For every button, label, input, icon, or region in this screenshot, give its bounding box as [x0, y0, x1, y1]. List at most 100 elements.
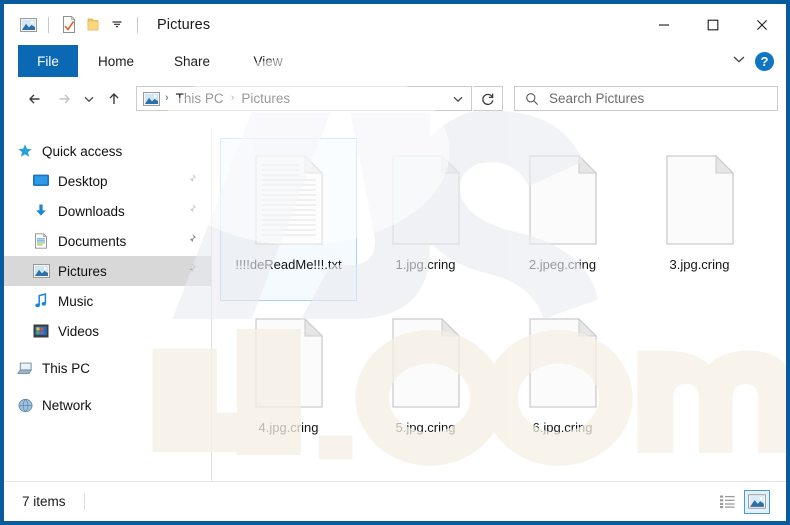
sidebar-label: Pictures: [58, 263, 107, 279]
file-grid: !!!!deReadMe!!!.txt 1.jpg.cring 2.jpeg.c…: [218, 134, 786, 464]
file-item[interactable]: 1.jpg.cring: [357, 138, 494, 301]
window-title: Pictures: [157, 16, 211, 33]
file-explorer-window: Pictures File Home Share View ? › This P…: [0, 0, 790, 525]
navigation-pane: Quick access Desktop Downloads Documents…: [4, 128, 211, 481]
sidebar-label: Documents: [58, 233, 127, 249]
quick-access-toolbar: Pictures: [4, 4, 210, 45]
breadcrumb-separator-2: ›: [230, 92, 235, 104]
sidebar-item-quick-access[interactable]: Quick access: [4, 136, 211, 166]
refresh-button[interactable]: [473, 86, 503, 111]
file-name: 6.jpg.cring: [532, 420, 593, 435]
status-divider: [83, 493, 85, 510]
qat-divider-2: [137, 16, 138, 33]
file-item[interactable]: 2.jpeg.cring: [494, 138, 631, 301]
blank-document-icon: [519, 311, 607, 415]
blank-document-icon: [519, 148, 607, 252]
large-icons-view-button[interactable]: [744, 489, 770, 514]
sidebar-label: Desktop: [58, 173, 108, 189]
ribbon-tab-strip: File Home Share View ?: [4, 45, 786, 77]
tab-view[interactable]: View: [230, 45, 306, 77]
star-icon: [16, 142, 34, 160]
sidebar-label: Downloads: [58, 203, 125, 219]
network-icon: [16, 396, 34, 414]
tab-share[interactable]: Share: [154, 45, 230, 77]
sidebar-item-music[interactable]: Music: [4, 286, 211, 316]
breadcrumb-this-pc[interactable]: This PC: [174, 91, 226, 106]
breadcrumb-dropdown-icon[interactable]: [451, 87, 465, 110]
sidebar-item-videos[interactable]: Videos: [4, 316, 211, 346]
this-pc-icon: [16, 359, 34, 377]
forward-button[interactable]: [50, 85, 78, 113]
sidebar-label: Network: [42, 397, 92, 413]
sidebar-gap-2: [4, 383, 211, 390]
music-icon: [32, 292, 50, 310]
minimize-button[interactable]: [639, 4, 688, 45]
search-icon: [525, 92, 539, 106]
view-toggle-group: [714, 489, 770, 514]
tab-file[interactable]: File: [18, 45, 78, 77]
pin-icon[interactable]: [185, 232, 197, 250]
sidebar-label: Videos: [58, 323, 100, 339]
sidebar-item-desktop[interactable]: Desktop: [4, 166, 211, 196]
address-bar-row: › This PC › Pictures Search Pictures: [4, 77, 786, 120]
breadcrumb[interactable]: › This PC › Pictures: [136, 86, 472, 111]
blank-document-icon: [245, 311, 333, 415]
blank-document-icon: [382, 311, 470, 415]
pin-icon[interactable]: [185, 202, 197, 220]
documents-icon: [32, 232, 50, 250]
pin-icon[interactable]: [185, 262, 197, 280]
pictures-icon: [32, 262, 50, 280]
file-item[interactable]: 6.jpg.cring: [494, 301, 631, 464]
ribbon-right-controls: ?: [731, 45, 778, 77]
search-input[interactable]: Search Pictures: [514, 86, 778, 111]
file-name: 5.jpg.cring: [395, 420, 456, 435]
file-item[interactable]: 3.jpg.cring: [631, 138, 768, 301]
qat-divider-1: [48, 16, 49, 33]
sidebar-gap-1: [4, 346, 211, 353]
new-folder-icon[interactable]: [83, 15, 103, 35]
properties-icon[interactable]: [59, 15, 79, 35]
file-name: 1.jpg.cring: [395, 257, 456, 272]
customize-qat-chevron-icon[interactable]: [107, 15, 127, 35]
pin-icon[interactable]: [185, 172, 197, 190]
file-name: 2.jpeg.cring: [528, 257, 597, 272]
pictures-folder-icon[interactable]: [18, 15, 38, 35]
desktop-icon: [32, 172, 50, 190]
expand-ribbon-chevron-icon[interactable]: [731, 52, 747, 70]
up-button[interactable]: [100, 85, 128, 113]
file-item[interactable]: !!!!deReadMe!!!.txt: [220, 138, 357, 301]
maximize-button[interactable]: [688, 4, 737, 45]
sidebar-item-network[interactable]: Network: [4, 390, 211, 420]
blank-document-icon: [656, 148, 744, 252]
breadcrumb-separator-1: ›: [165, 92, 169, 104]
file-name: !!!!deReadMe!!!.txt: [235, 257, 342, 272]
sidebar-item-pictures[interactable]: Pictures: [4, 256, 211, 286]
tab-home[interactable]: Home: [78, 45, 154, 77]
sidebar-item-documents[interactable]: Documents: [4, 226, 211, 256]
file-item[interactable]: 5.jpg.cring: [357, 301, 494, 464]
sidebar-label: Music: [58, 293, 94, 309]
window-controls: [639, 4, 786, 45]
sidebar-item-downloads[interactable]: Downloads: [4, 196, 211, 226]
sidebar-label: Quick access: [42, 143, 123, 159]
item-count-label: 7 items: [22, 494, 66, 509]
title-bar: Pictures: [4, 4, 786, 45]
file-item[interactable]: 4.jpg.cring: [220, 301, 357, 464]
details-view-button[interactable]: [714, 490, 740, 514]
breadcrumb-pictures[interactable]: Pictures: [239, 91, 292, 106]
sidebar-item-this-pc[interactable]: This PC: [4, 353, 211, 383]
blank-document-icon: [382, 148, 470, 252]
search-placeholder: Search Pictures: [549, 91, 645, 106]
videos-icon: [32, 322, 50, 340]
sidebar-label: This PC: [42, 360, 91, 376]
status-bar: 7 items: [4, 481, 786, 521]
close-button[interactable]: [737, 4, 786, 45]
breadcrumb-pictures-icon: [143, 91, 160, 106]
text-document-icon: [245, 148, 333, 252]
back-button[interactable]: [22, 85, 50, 113]
file-list-pane[interactable]: !!!!deReadMe!!!.txt 1.jpg.cring 2.jpeg.c…: [212, 128, 786, 481]
explorer-body: Quick access Desktop Downloads Documents…: [4, 128, 786, 481]
file-name: 4.jpg.cring: [258, 420, 319, 435]
recent-locations-chevron-icon[interactable]: [78, 85, 100, 113]
help-icon[interactable]: ?: [755, 51, 774, 71]
